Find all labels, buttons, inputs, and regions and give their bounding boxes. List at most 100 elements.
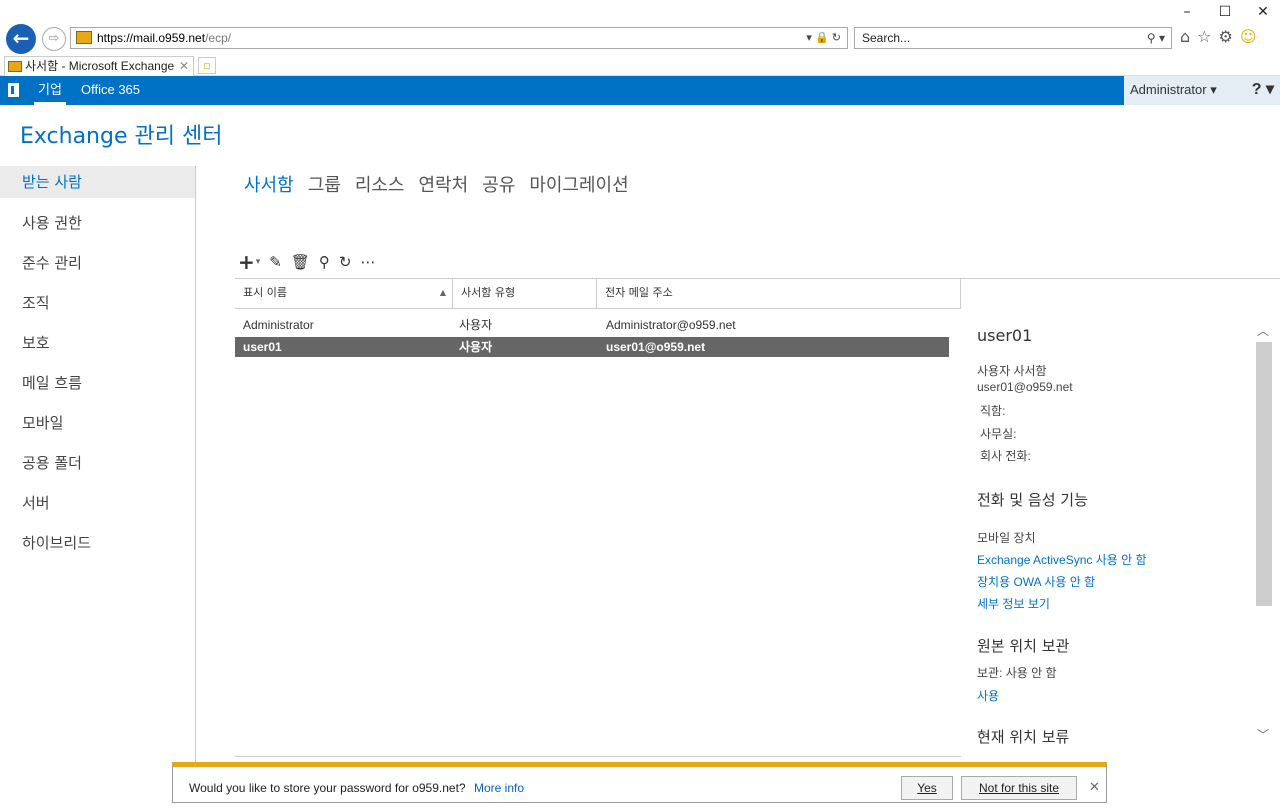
yes-label: Yes [917,781,937,795]
password-message: Would you like to store your password fo… [189,781,466,795]
close-icon[interactable]: ✕ [1089,779,1100,795]
disable-owa-devices-link[interactable]: 장치용 OWA 사용 안 함 [977,573,1095,590]
detail-email: user01@o959.net [977,380,1073,394]
not-for-this-site-button[interactable]: Not for this site [961,776,1077,800]
help-menu[interactable]: ? ▾ [1252,76,1274,104]
password-notification-bar: Would you like to store your password fo… [172,762,1107,803]
recipient-tabs: 사서함 그룹 리소스 연락처 공유 마이그레이션 [244,171,629,197]
yes-button[interactable]: Yes [901,776,953,800]
search-icon[interactable]: ⚲ ▾ [1147,28,1165,48]
nav-item-public-folders[interactable]: 공용 폴더 [0,446,195,486]
home-icon[interactable]: ⌂ [1180,27,1190,46]
tab-title: 사서함 - Microsoft Exchange [25,59,175,73]
nav-item-protection[interactable]: 보호 [0,326,195,366]
table-row-selected[interactable]: user01 사용자 user01@o959.net [235,337,949,357]
cell-display-name: user01 [243,340,282,354]
user-area: Administrator ▾ ? ▾ [1124,76,1280,105]
scroll-up-icon[interactable]: ︿ [1257,322,1269,339]
detail-title: user01 [977,326,1033,345]
new-tab-button[interactable]: ▫ [198,57,216,74]
tab-favicon-icon [8,61,22,72]
delete-trash-icon[interactable]: 🗑 [291,253,310,271]
cell-mailbox-type: 사용자 [459,318,493,332]
maximize-button[interactable]: ☐ [1216,4,1234,20]
detail-company-phone: 회사 전화: [980,449,1031,463]
nav-item-organization[interactable]: 조직 [0,286,195,326]
browser-tab[interactable]: 사서함 - Microsoft Exchange ✕ [4,56,194,76]
nav-item-mobile[interactable]: 모바일 [0,406,195,446]
minimize-button[interactable]: – [1178,4,1196,20]
disable-activesync-link[interactable]: Exchange ActiveSync 사용 안 함 [977,551,1147,568]
back-button[interactable]: ← [6,24,36,54]
column-header-display-name[interactable]: 표시 이름 ▲ [235,279,453,309]
forward-button[interactable]: ⇨ [42,27,66,51]
tab-resources[interactable]: 리소스 [355,171,405,197]
favorites-star-icon[interactable]: ☆ [1197,27,1211,46]
tab-migration[interactable]: 마이그레이션 [529,171,628,197]
left-nav: 받는 사람 사용 권한 준수 관리 조직 보호 메일 흐름 모바일 공용 폴더 … [0,166,196,766]
section-in-place-archive: 원본 위치 보관 [977,637,1070,655]
detail-job-title: 직함: [980,404,1006,418]
table-row[interactable]: Administrator 사용자 Administrator@o959.net [235,315,949,335]
sort-ascending-icon: ▲ [439,288,446,297]
nav-item-compliance[interactable]: 준수 관리 [0,246,195,286]
column-label: 표시 이름 [243,286,287,299]
edit-pencil-icon[interactable]: ✎ [269,253,282,271]
tab-bar: 사서함 - Microsoft Exchange ✕ ▫ [0,55,1280,76]
enable-archive-link[interactable]: 사용 [977,687,999,704]
mailbox-grid: 표시 이름 ▲ 사서함 유형 전자 메일 주소 Administrator 사용… [235,278,961,758]
refresh-icon[interactable]: ↻ [339,253,352,271]
tab-shared[interactable]: 공유 [482,171,515,197]
column-header-email[interactable]: 전자 메일 주소 [597,279,961,309]
url-path: /ecp/ [205,31,232,45]
scroll-down-icon[interactable]: ﹀ [1257,726,1269,743]
scrollbar-thumb[interactable] [1256,342,1272,606]
add-icon[interactable]: + [238,250,255,274]
nav-item-servers[interactable]: 서버 [0,486,195,526]
tab-contacts[interactable]: 연락처 [419,171,469,197]
more-options-icon[interactable]: ⋯ [361,253,376,271]
nav-item-mail-flow[interactable]: 메일 흐름 [0,366,195,406]
grid-header: 표시 이름 ▲ 사서함 유형 전자 메일 주소 [235,278,961,309]
cell-display-name: Administrator [243,318,314,332]
tab-mailboxes[interactable]: 사서함 [244,171,294,197]
archive-status: 보관: 사용 안 함 [977,666,1057,680]
cell-email: Administrator@o959.net [606,318,736,332]
detail-office: 사무실: [980,427,1017,441]
close-window-button[interactable]: ✕ [1254,4,1272,20]
search-placeholder: Search... [862,31,911,45]
address-bar[interactable]: https://mail.o959.net/ecp/ ▾ 🔒 ↻ [70,27,848,49]
view-details-link[interactable]: 세부 정보 보기 [977,595,1050,612]
lock-icon[interactable]: 🔒 [815,32,829,44]
nav-item-hybrid[interactable]: 하이브리드 [0,526,195,566]
search-icon[interactable]: ⚲ [319,253,330,271]
nav-item-recipients[interactable]: 받는 사람 [0,166,195,198]
browser-chrome: – ☐ ✕ ← ⇨ https://mail.o959.net/ecp/ ▾ 🔒… [0,0,1280,76]
detail-pane: user01 사용자 사서함 user01@o959.net 직함: 사무실: … [961,278,1280,762]
add-dropdown-icon[interactable]: ▾ [256,257,261,267]
nav-enterprise[interactable]: 기업 [34,76,66,105]
mobile-devices-label: 모바일 장치 [977,531,1036,545]
cell-email: user01@o959.net [606,340,706,354]
settings-gear-icon[interactable]: ⚙ [1219,27,1233,46]
nav-office365[interactable]: Office 365 [81,76,140,105]
site-favicon-icon [76,31,92,44]
more-info-link[interactable]: More info [474,781,524,795]
office-logo-icon[interactable] [8,83,19,97]
browser-toolbar-icons: ⌂ ☆ ⚙ ☺ [1180,27,1257,46]
address-tools: ▾ 🔒 ↻ [806,28,841,48]
feedback-smiley-icon[interactable]: ☺ [1240,27,1257,46]
nav-item-permissions[interactable]: 사용 권한 [0,206,195,246]
grid-toolbar: + ▾ ✎ 🗑 ⚲ ↻ ⋯ [238,250,376,274]
dropdown-icon[interactable]: ▾ [806,32,812,44]
user-menu[interactable]: Administrator ▾ [1130,76,1217,104]
section-in-place-hold: 현재 위치 보류 [977,728,1070,746]
section-phone-voice: 전화 및 음성 기능 [977,491,1088,509]
search-input[interactable]: Search... ⚲ ▾ [854,27,1172,49]
not-for-site-label: Not for this site [978,781,1060,795]
tab-groups[interactable]: 그룹 [308,171,341,197]
detail-kind: 사용자 사서함 [977,364,1047,378]
column-header-mailbox-type[interactable]: 사서함 유형 [453,279,597,309]
refresh-icon[interactable]: ↻ [832,32,841,44]
tab-close-icon[interactable]: ✕ [179,57,189,76]
